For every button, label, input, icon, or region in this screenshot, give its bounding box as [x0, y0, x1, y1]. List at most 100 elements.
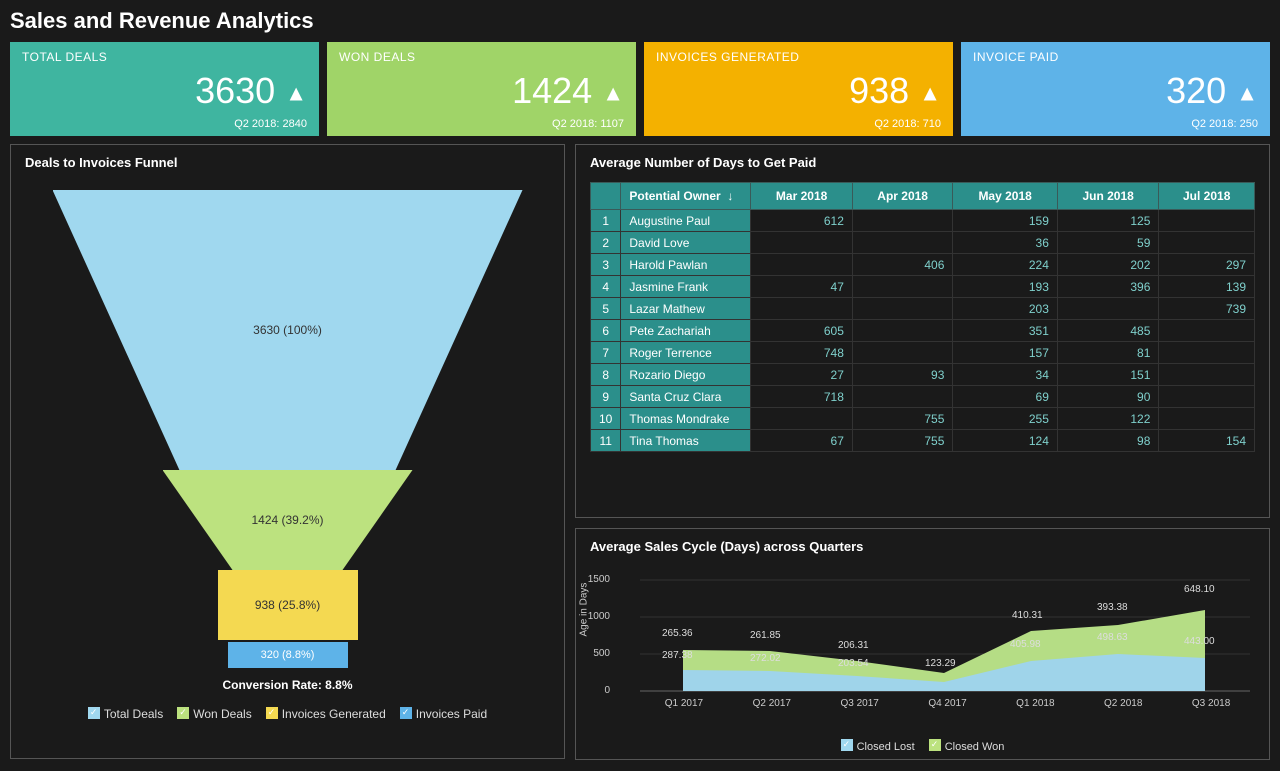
x-tick: Q1 2017: [640, 698, 728, 736]
table-row[interactable]: 6Pete Zachariah605351485: [591, 320, 1255, 342]
table-cell: [852, 232, 953, 254]
y-axis-label: Age in Days: [579, 583, 590, 637]
table-header[interactable]: Jul 2018: [1159, 183, 1255, 210]
table-cell: [852, 342, 953, 364]
kpi-invoices-generated[interactable]: INVOICES GENERATED 938 ▲ Q2 2018: 710: [644, 42, 953, 136]
panel-days-table: Average Number of Days to Get Paid Poten…: [575, 144, 1270, 518]
table-cell: [1159, 210, 1255, 232]
table-row[interactable]: 5Lazar Mathew203739: [591, 298, 1255, 320]
row-owner: David Love: [621, 232, 751, 254]
table-cell: [1159, 232, 1255, 254]
point-label: 287.38: [662, 650, 693, 661]
table-cell: 124: [953, 430, 1057, 452]
table-cell: 202: [1057, 254, 1159, 276]
kpi-label: WON DEALS: [339, 50, 624, 64]
point-label: 206.31: [838, 640, 869, 651]
days-table[interactable]: Potential Owner ↓Mar 2018Apr 2018May 201…: [590, 182, 1255, 452]
table-header[interactable]: May 2018: [953, 183, 1057, 210]
table-cell: 47: [751, 276, 853, 298]
table-cell: 69: [953, 386, 1057, 408]
trend-up-icon: ▲: [919, 80, 941, 105]
table-cell: [852, 320, 953, 342]
table-cell: 125: [1057, 210, 1159, 232]
trend-up-icon: ▲: [1236, 80, 1258, 105]
table-cell: 406: [852, 254, 953, 276]
table-cell: [1159, 342, 1255, 364]
legend-item[interactable]: ✓Total Deals: [88, 706, 163, 721]
kpi-label: INVOICE PAID: [973, 50, 1258, 64]
legend-item[interactable]: ✓Invoices Generated: [266, 706, 386, 721]
table-row[interactable]: 10Thomas Mondrake755255122: [591, 408, 1255, 430]
row-owner: Rozario Diego: [621, 364, 751, 386]
legend-item[interactable]: ✓Invoices Paid: [400, 706, 487, 721]
table-cell: [852, 210, 953, 232]
x-tick: Q2 2018: [1079, 698, 1167, 736]
row-num: 5: [591, 298, 621, 320]
row-num: 4: [591, 276, 621, 298]
table-header[interactable]: Potential Owner ↓: [621, 183, 751, 210]
table-cell: 154: [1159, 430, 1255, 452]
table-cell: 255: [953, 408, 1057, 430]
row-owner: Harold Pawlan: [621, 254, 751, 276]
table-row[interactable]: 11Tina Thomas6775512498154: [591, 430, 1255, 452]
kpi-value: 938 ▲: [656, 73, 941, 109]
table-row[interactable]: 4Jasmine Frank47193396139: [591, 276, 1255, 298]
legend-item[interactable]: ✓Closed Won: [929, 738, 1005, 753]
table-row[interactable]: 1Augustine Paul612159125: [591, 210, 1255, 232]
table-cell: [852, 298, 953, 320]
kpi-label: INVOICES GENERATED: [656, 50, 941, 64]
row-num: 7: [591, 342, 621, 364]
area-chart[interactable]: Age in Days 1500 1000 500 0: [590, 566, 1255, 736]
table-row[interactable]: 7Roger Terrence74815781: [591, 342, 1255, 364]
row-owner: Jasmine Frank: [621, 276, 751, 298]
legend-item[interactable]: ✓Won Deals: [177, 706, 251, 721]
kpi-value: 3630 ▲: [22, 73, 307, 109]
point-label: 265.36: [662, 628, 693, 639]
table-cell: 485: [1057, 320, 1159, 342]
panel-title: Average Sales Cycle (Days) across Quarte…: [590, 539, 1255, 554]
funnel-chart[interactable]: 3630 (100%) 1424 (39.2%) 938 (25.8%) 320…: [25, 190, 550, 721]
table-cell: 755: [852, 430, 953, 452]
table-row[interactable]: 3Harold Pawlan406224202297: [591, 254, 1255, 276]
point-label: 393.38: [1097, 602, 1128, 613]
kpi-total-deals[interactable]: TOTAL DEALS 3630 ▲ Q2 2018: 2840: [10, 42, 319, 136]
kpi-sub: Q2 2018: 2840: [22, 118, 307, 130]
table-header[interactable]: Jun 2018: [1057, 183, 1159, 210]
table-cell: [1159, 364, 1255, 386]
swatch-icon: ✓: [929, 739, 941, 751]
panel-area-chart: Average Sales Cycle (Days) across Quarte…: [575, 528, 1270, 760]
table-header[interactable]: Apr 2018: [852, 183, 953, 210]
table-header[interactable]: Mar 2018: [751, 183, 853, 210]
trend-up-icon: ▲: [602, 80, 624, 105]
row-num: 10: [591, 408, 621, 430]
table-cell: [751, 408, 853, 430]
table-cell: 157: [953, 342, 1057, 364]
legend-item[interactable]: ✓Closed Lost: [841, 738, 915, 753]
page-title: Sales and Revenue Analytics: [10, 8, 1270, 34]
x-tick: Q1 2018: [991, 698, 1079, 736]
table-cell: [1159, 386, 1255, 408]
table-row[interactable]: 2David Love3659: [591, 232, 1255, 254]
row-owner: Thomas Mondrake: [621, 408, 751, 430]
table-row[interactable]: 8Rozario Diego279334151: [591, 364, 1255, 386]
panel-title: Average Number of Days to Get Paid: [590, 155, 1255, 170]
row-num: 9: [591, 386, 621, 408]
table-cell: [852, 276, 953, 298]
table-cell: [1159, 408, 1255, 430]
kpi-sub: Q2 2018: 1107: [339, 118, 624, 130]
row-owner: Augustine Paul: [621, 210, 751, 232]
table-cell: 34: [953, 364, 1057, 386]
table-cell: 351: [953, 320, 1057, 342]
funnel-stage-won: 1424 (39.2%): [163, 470, 413, 570]
row-num: 6: [591, 320, 621, 342]
table-row[interactable]: 9Santa Cruz Clara7186990: [591, 386, 1255, 408]
table-cell: [1057, 298, 1159, 320]
funnel-stage-paid: 320 (8.8%): [228, 642, 348, 668]
kpi-invoice-paid[interactable]: INVOICE PAID 320 ▲ Q2 2018: 250: [961, 42, 1270, 136]
kpi-won-deals[interactable]: WON DEALS 1424 ▲ Q2 2018: 1107: [327, 42, 636, 136]
row-owner: Lazar Mathew: [621, 298, 751, 320]
point-label: 443.00: [1184, 636, 1215, 647]
x-tick: Q4 2017: [904, 698, 992, 736]
row-owner: Tina Thomas: [621, 430, 751, 452]
table-cell: 193: [953, 276, 1057, 298]
